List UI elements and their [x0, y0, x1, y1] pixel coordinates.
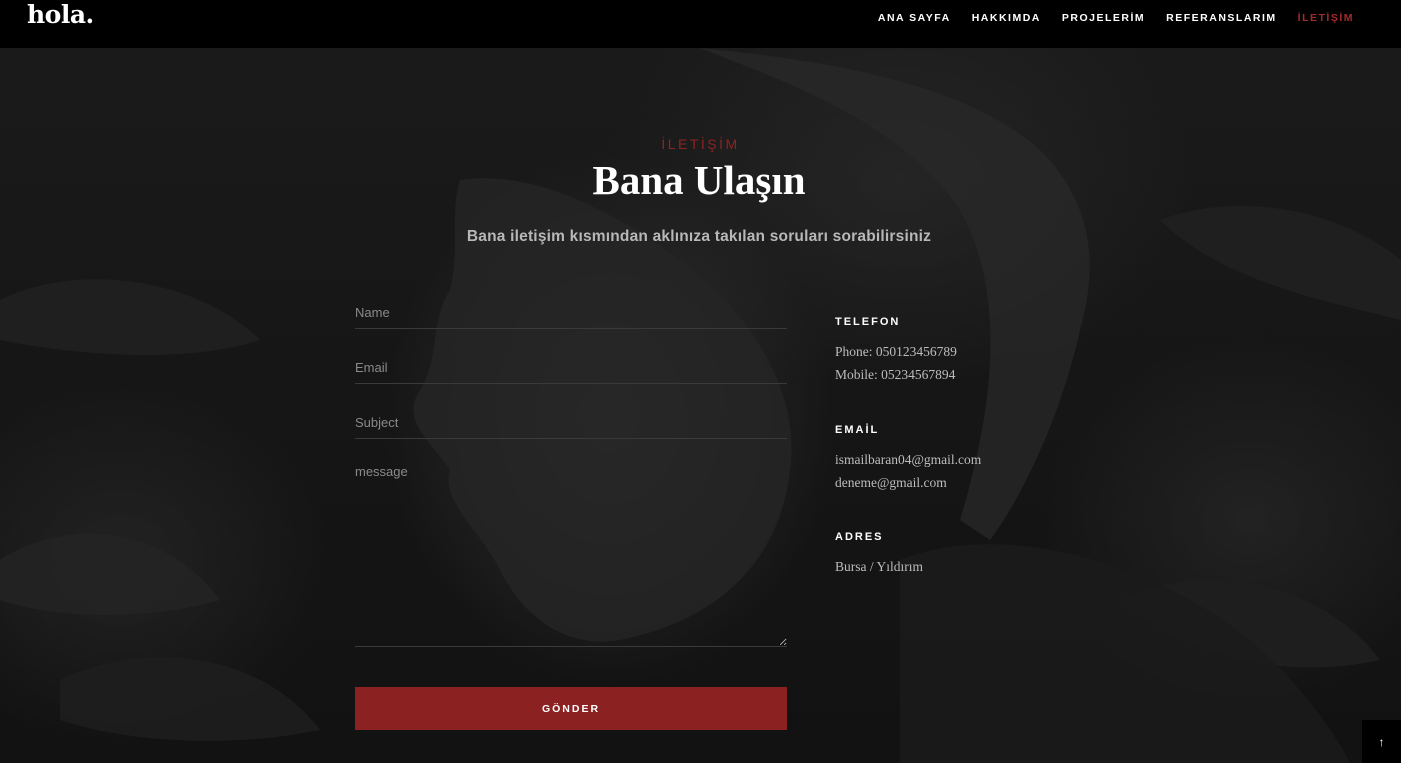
nav-link-hakkimda[interactable]: HAKKIMDA	[972, 12, 1041, 24]
nav-link-referanslarim[interactable]: REFERANSLARIM	[1166, 12, 1277, 24]
address-heading: ADRES	[835, 531, 884, 543]
send-button[interactable]: GÖNDER	[355, 687, 787, 730]
email-block: EMAİL ismailbaran04@gmail.com deneme@gma…	[835, 424, 981, 494]
arrow-up-icon: ↑	[1378, 734, 1385, 749]
email-address-primary[interactable]: ismailbaran04@gmail.com	[835, 452, 981, 467]
address-text: Bursa / Yıldırım	[835, 559, 923, 574]
main-nav: ANA SAYFA HAKKIMDA PROJELERİM REFERANSLA…	[878, 12, 1354, 24]
section-eyebrow: İLETİŞİM	[661, 136, 740, 152]
section-subtitle: Bana iletişim kısmından aklınıza takılan…	[466, 228, 932, 245]
phone-block: TELEFON Phone: 050123456789 Mobile: 0523…	[835, 316, 957, 386]
nav-link-projelerim[interactable]: PROJELERİM	[1062, 12, 1145, 24]
email-heading: EMAİL	[835, 424, 880, 436]
nav-link-iletisim[interactable]: İLETİŞİM	[1298, 12, 1354, 24]
email-address-secondary[interactable]: deneme@gmail.com	[835, 475, 947, 490]
back-to-top-button[interactable]: ↑	[1362, 720, 1401, 763]
address-block: ADRES Bursa / Yıldırım	[835, 531, 923, 579]
top-navbar: hola. ANA SAYFA HAKKIMDA PROJELERİM REFE…	[0, 0, 1401, 48]
email-input[interactable]	[355, 333, 787, 384]
subject-input[interactable]	[355, 388, 787, 439]
site-logo[interactable]: hola.	[27, 0, 94, 29]
phone-heading: TELEFON	[835, 316, 901, 328]
phone-number: Phone: 050123456789	[835, 344, 957, 359]
section-title: Bana Ulaşın	[592, 157, 806, 203]
message-textarea[interactable]	[355, 444, 787, 647]
name-input[interactable]	[355, 278, 787, 329]
nav-link-ana-sayfa[interactable]: ANA SAYFA	[878, 12, 951, 24]
mobile-number: Mobile: 05234567894	[835, 366, 956, 382]
